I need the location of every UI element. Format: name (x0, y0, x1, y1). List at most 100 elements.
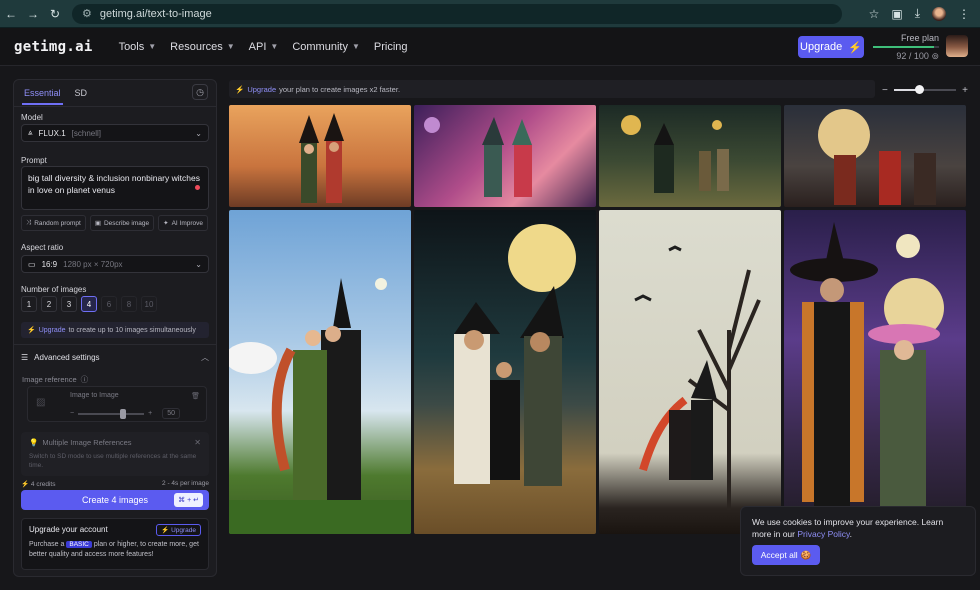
multi-ref-title-text: Multiple Image References (42, 438, 132, 447)
banner-text: your plan to create images x2 faster. (279, 84, 401, 94)
credits-text: 92 / 100 (896, 51, 929, 61)
aspect-value: 16:9 (41, 259, 58, 269)
aspect-size: 1280 px × 720px (63, 259, 123, 269)
address-bar[interactable]: ⚙ getimg.ai/text-to-image (72, 3, 842, 24)
model-select[interactable]: ⩓ FLUX.1 [schnell] ⌄ (21, 124, 209, 142)
multiple-references-title: 💡 Multiple Image References (29, 438, 201, 447)
zoom-in-icon[interactable]: + (962, 85, 968, 96)
privacy-policy-link[interactable]: Privacy Policy (797, 529, 849, 539)
forward-icon[interactable]: → (22, 7, 44, 21)
num-option-8: 8 (121, 296, 137, 312)
chevron-down-icon: ⌄ (195, 259, 202, 269)
tab-essential[interactable]: Essential (22, 84, 63, 105)
prompt-text: big tall diversity & inclusion nonbinary… (28, 173, 200, 195)
period: . (849, 529, 853, 539)
back-icon[interactable]: ← (0, 7, 22, 21)
close-icon[interactable]: ✕ (194, 438, 201, 447)
witch-family-moon-art (454, 224, 576, 486)
logo[interactable]: getimg.ai (14, 39, 93, 55)
num-option-4[interactable]: 4 (81, 296, 97, 312)
aspect-ratio-select[interactable]: ▭ 16:9 1280 px × 720px ⌄ (21, 255, 209, 273)
generated-image[interactable] (229, 210, 411, 534)
create-images-label: Create 4 images (81, 495, 149, 505)
credits-progress (873, 46, 939, 48)
browser-profile-avatar[interactable] (932, 6, 946, 21)
plus-icon[interactable]: + (148, 410, 152, 417)
trash-icon[interactable]: 🗑 (191, 392, 200, 400)
info-icon: ⓘ (80, 375, 89, 384)
zoom-out-icon[interactable]: − (882, 85, 888, 96)
zoom-slider[interactable] (893, 85, 957, 94)
upgrade-card-button[interactable]: ⚡ Upgrade (156, 524, 201, 536)
banner-upgrade-link[interactable]: Upgrade (247, 85, 276, 94)
header-upgrade-button[interactable]: Upgrade ⚡ (798, 36, 864, 58)
generated-image[interactable] (599, 105, 781, 207)
reload-icon[interactable]: ↻ (44, 7, 66, 21)
flux-logo-icon: ⩓ (28, 128, 33, 137)
chevron-down-icon: ▼ (351, 42, 360, 51)
browser-menu-icon[interactable]: ⋮ (958, 7, 970, 21)
lightning-icon: ⚡ (235, 84, 245, 94)
witch-couple-pink-art (424, 117, 532, 197)
tab-sd[interactable]: SD (73, 84, 90, 105)
nav-community[interactable]: Community ▼ (292, 41, 360, 53)
nav-community-label: Community (292, 40, 348, 53)
browser-toolbar: ← → ↻ ⚙ getimg.ai/text-to-image ☆ ▣ ⤓ ⋮ (0, 0, 980, 28)
nav-tools[interactable]: Tools ▼ (119, 41, 157, 53)
bookmark-star-icon[interactable]: ☆ (869, 7, 880, 21)
sparkle-icon: ✦ (163, 220, 169, 227)
nav-resources[interactable]: Resources ▼ (170, 41, 235, 53)
accept-cookies-button[interactable]: Accept all 🍪 (752, 545, 820, 565)
generated-image[interactable] (784, 210, 966, 534)
keyboard-shortcut: ⌘ + ↵ (174, 493, 203, 507)
minus-icon[interactable]: − (70, 410, 74, 417)
prompt-input[interactable]: big tall diversity & inclusion nonbinary… (21, 166, 209, 210)
num-option-6: 6 (101, 296, 117, 312)
multi-ref-description: Switch to SD mode to use multiple refere… (29, 453, 197, 469)
strength-value[interactable]: 50 (162, 408, 180, 419)
slider-track[interactable] (78, 408, 145, 419)
describe-image-label: Describe image (103, 219, 150, 227)
number-of-images-picker: 1 2 3 4 6 8 10 (21, 296, 157, 312)
random-prompt-button[interactable]: ⤨ Random prompt (21, 215, 86, 231)
create-images-button[interactable]: Create 4 images ⌘ + ↵ (21, 490, 209, 510)
num-option-10: 10 (141, 296, 157, 312)
num-option-3[interactable]: 3 (61, 296, 77, 312)
nav-pricing[interactable]: Pricing (374, 41, 408, 53)
extensions-icon[interactable]: ▣ (891, 7, 902, 21)
plan-name: Free plan (900, 33, 939, 43)
help-icon[interactable]: ◷ (192, 84, 208, 100)
basic-plan-badge: BASIC (66, 541, 92, 548)
nav-api[interactable]: API ▼ (249, 41, 279, 53)
nav-tools-label: Tools (118, 40, 145, 53)
site-settings-icon[interactable]: ⚙ (82, 7, 92, 20)
generated-image[interactable] (414, 105, 596, 207)
generated-image[interactable] (414, 210, 596, 534)
download-icon[interactable]: ⤓ (915, 6, 920, 21)
sliders-icon: ☰ (21, 353, 29, 362)
upgrade-hint-link[interactable]: Upgrade (39, 327, 66, 334)
generated-image[interactable] (784, 105, 966, 207)
advanced-settings-toggle[interactable]: ☰ Advanced settings ︿ (21, 352, 209, 363)
zoom-slider-handle[interactable] (914, 85, 924, 94)
ai-improve-label: AI Improve (171, 219, 204, 227)
num-option-1[interactable]: 1 (21, 296, 37, 312)
upgrade-desc-pre: Purchase a (29, 541, 65, 548)
slider-handle[interactable] (120, 408, 127, 419)
image-strength-slider[interactable]: − + 50 (70, 408, 180, 419)
describe-image-button[interactable]: ▣ Describe image (89, 215, 155, 231)
generated-image[interactable] (229, 105, 411, 207)
avatar[interactable] (946, 35, 968, 57)
image-icon: ▣ (94, 220, 101, 227)
app-header: getimg.ai Tools ▼ Resources ▼ API ▼ Communi… (0, 28, 980, 66)
image-reference-dropzone[interactable]: ▨ Image to Image − + 50 🗑 (27, 386, 207, 422)
upgrade-label: Upgrade (800, 41, 843, 53)
credits-progress-fill (873, 46, 934, 48)
generated-image[interactable] (599, 210, 781, 534)
num-option-2[interactable]: 2 (41, 296, 57, 312)
ai-improve-button[interactable]: ✦ AI Improve (158, 215, 209, 231)
lightbulb-icon: 💡 (29, 438, 39, 447)
credits-cost-text: 4 credits (30, 481, 56, 488)
witches-moon-field-art (621, 115, 729, 193)
lightning-icon: ⚡ (848, 41, 862, 54)
